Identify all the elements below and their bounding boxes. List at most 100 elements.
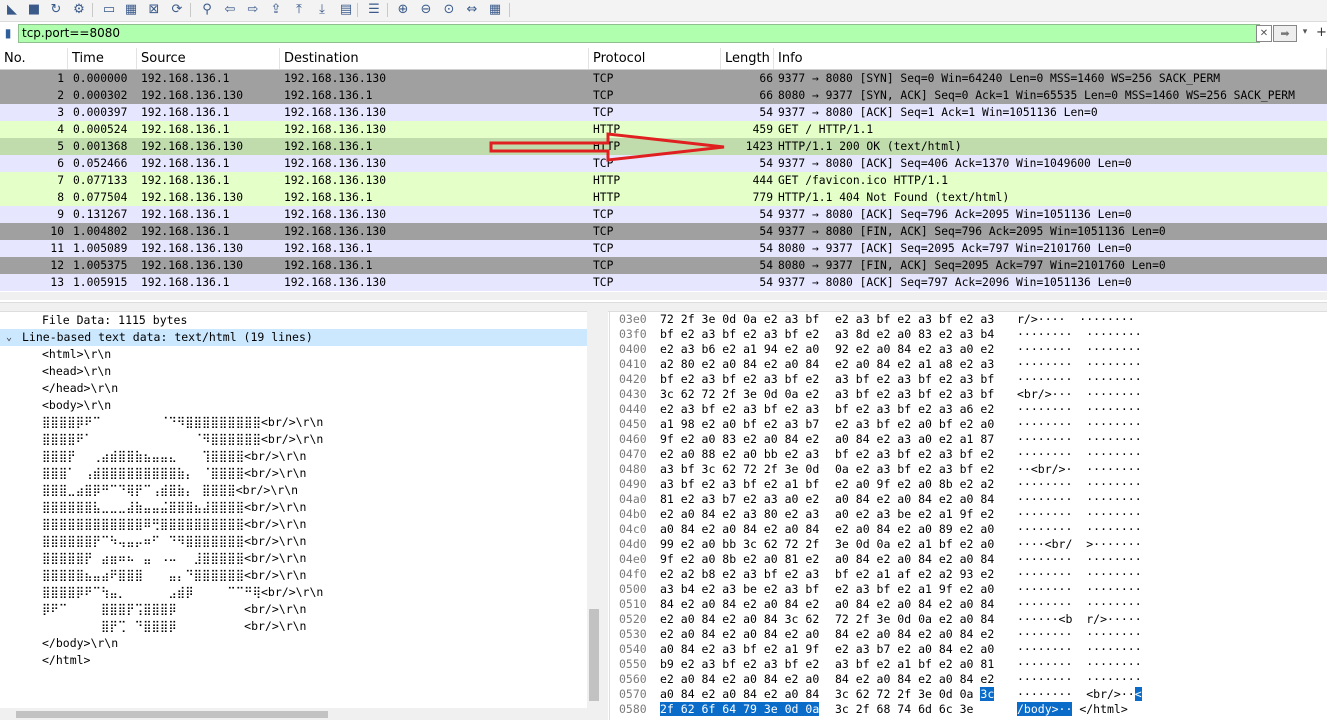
ascii-column[interactable]: ········ ········ [1017, 417, 1142, 432]
autoscroll-icon[interactable]: ▤ [337, 1, 355, 19]
open-folder-icon[interactable]: ▭ [100, 1, 118, 19]
hex-bytes-group-1[interactable]: 99 e2 a0 bb 3c 62 72 2f [660, 537, 819, 552]
ascii-column[interactable]: ········ ········ [1017, 372, 1142, 387]
ascii-art-line[interactable]: ⣿⣿⣿⣿⣿⡟⠀⣴⣶⠶⠦⠀⣤⠀⠠⠤⠀⠀⣸⣿⣿⣿⣿⣿<br/>\r\n [0, 550, 587, 567]
hex-bytes-group-2[interactable]: 3e 0d 0a e2 a1 bf e2 a0 [835, 537, 994, 552]
ascii-column[interactable]: ········ ········ [1017, 657, 1142, 672]
hex-dump-row[interactable]: 04b0 e2 a0 84 e2 a3 80 e2 a3 a0 e2 a3 be e… [610, 507, 1327, 522]
ascii-art-line[interactable]: ⣿⣿⣿⣿⡿⠟⠉⢳⣤⡀⠀⠀⠀⠀⠀⣠⣾⡿⠀⠀⠀⠀⠉⠉⠛⢿<br/>\r\n [0, 584, 587, 601]
hex-bytes-group-1[interactable]: a3 b4 e2 a3 be e2 a3 bf [660, 582, 819, 597]
table-row[interactable]: 3 0.000397 192.168.136.1 192.168.136.130 TCP… [0, 104, 1327, 121]
hex-dump-row[interactable]: 0500 a3 b4 e2 a3 be e2 a3 bf e2 a3 bf e2 a… [610, 582, 1327, 597]
hex-bytes-group-1[interactable]: 9f e2 a0 8b e2 a0 81 e2 [660, 552, 819, 567]
hex-dump-row[interactable]: 03e0 72 2f 3e 0d 0a e2 a3 bf e2 a3 bf e2 a… [610, 312, 1327, 327]
table-row[interactable]: 11 1.005089 192.168.136.130 192.168.136.1 TC… [0, 240, 1327, 257]
hex-dump-row[interactable]: 0460 9f e2 a0 83 e2 a0 84 e2 a0 84 e2 a3 a… [610, 432, 1327, 447]
ascii-column[interactable]: r/>···· ········ [1017, 312, 1135, 327]
hex-bytes-group-2[interactable]: e2 a3 b7 e2 a0 84 e2 a0 [835, 642, 994, 657]
add-filter-button-plus-icon[interactable]: + [1316, 24, 1327, 41]
hex-dump-row[interactable]: 0520 e2 a0 84 e2 a0 84 3c 62 72 2f 3e 0d 0… [610, 612, 1327, 627]
hex-bytes-group-1[interactable]: bf e2 a3 bf e2 a3 bf e2 [660, 327, 819, 342]
ascii-art-line[interactable]: ⣿⣿⣿⣿⠟⠁⠀⠀⠀⠀⠀⠀⠀⠀⠀⠀⠀⠀⠈⠻⣿⣿⣿⣿⣿⣿<br/>\r\n [0, 431, 587, 448]
ascii-column[interactable]: ········ ········ [1017, 477, 1142, 492]
ascii-column[interactable]: ········ ········ [1017, 597, 1142, 612]
ascii-column[interactable]: ········ <br/>··< [1017, 687, 1142, 702]
ascii-column[interactable]: ········ ········ [1017, 342, 1142, 357]
hex-bytes-highlighted[interactable]: 2f 62 6f 64 79 3e 0d 0a [660, 702, 820, 716]
hex-bytes-group-2[interactable]: 84 e2 a0 84 e2 a0 84 e2 [835, 672, 994, 687]
shark-fin-start-icon[interactable]: ◣ [3, 1, 21, 19]
hex-dump-row[interactable]: 04f0 e2 a2 b8 e2 a3 bf e2 a3 bf e2 a1 af e… [610, 567, 1327, 582]
hex-bytes-group-2[interactable]: a3 bf e2 a1 bf e2 a0 81 [835, 657, 994, 672]
hex-bytes-group-1[interactable]: a2 80 e2 a0 84 e2 a0 84 [660, 357, 819, 372]
ascii-column[interactable]: ········ ········ [1017, 432, 1142, 447]
stop-icon[interactable]: ■ [25, 1, 43, 19]
detail-tree-item[interactable]: <head>\r\n [0, 363, 587, 380]
hex-bytes-group-2[interactable]: 72 2f 3e 0d 0a e2 a0 84 [835, 612, 994, 627]
hex-bytes-group-1[interactable]: e2 a0 84 e2 a0 84 e2 a0 [660, 627, 819, 642]
go-to-packet-icon[interactable]: ⇪ [267, 1, 285, 19]
hex-dump-row[interactable]: 0400 e2 a3 b6 e2 a1 94 e2 a0 92 e2 a0 84 e… [610, 342, 1327, 357]
hex-dump-row[interactable]: 0430 3c 62 72 2f 3e 0d 0a e2 a3 bf e2 a3 b… [610, 387, 1327, 402]
hex-dump-row[interactable]: 04e0 9f e2 a0 8b e2 a0 81 e2 a0 84 e2 a0 8… [610, 552, 1327, 567]
ascii-column[interactable]: ········ ········ [1017, 642, 1142, 657]
last-packet-icon[interactable]: ⤓ [313, 1, 331, 19]
ascii-column[interactable]: ········ ········ [1017, 492, 1142, 507]
ascii-column[interactable]: ········ ········ [1017, 627, 1142, 642]
filter-history-chevron-down-icon[interactable]: ▾ [1299, 25, 1311, 40]
close-file-icon[interactable]: ⊠ [145, 1, 163, 19]
hex-dump-row[interactable]: 0450 a1 98 e2 a0 bf e2 a3 b7 e2 a3 bf e2 a… [610, 417, 1327, 432]
column-header-destination[interactable]: Destination [280, 48, 589, 69]
hex-bytes-group-1[interactable]: a1 98 e2 a0 bf e2 a3 b7 [660, 417, 819, 432]
ascii-art-line[interactable]: ⣿⣿⣿⣿⣿⣿⡟⠉⠳⢤⣤⡤⠶⠋⠀⠙⠻⣿⣿⣿⣿⣿⣿⣿<br/>\r\n [0, 533, 587, 550]
column-header-info[interactable]: Info [774, 48, 1327, 69]
hex-bytes-group-1[interactable]: 3c 62 72 2f 3e 0d 0a e2 [660, 387, 819, 402]
hex-dump-row[interactable]: 0410 a2 80 e2 a0 84 e2 a0 84 e2 a0 84 e2 a… [610, 357, 1327, 372]
ascii-column[interactable]: ········ ········ [1017, 582, 1142, 597]
table-row[interactable]: 13 1.005915 192.168.136.1 192.168.136.130 TC… [0, 274, 1327, 291]
table-row[interactable]: 9 0.131267 192.168.136.1 192.168.136.130 TCP… [0, 206, 1327, 223]
hex-bytes-group-2[interactable]: a0 84 e2 a0 84 e2 a0 84 [835, 552, 994, 567]
hex-bytes-group-2[interactable]: 84 e2 a0 84 e2 a0 84 e2 [835, 627, 994, 642]
filter-bookmark-icon[interactable]: ▮ [1, 25, 15, 41]
hex-bytes-group-1[interactable]: 2f 62 6f 64 79 3e 0d 0a [660, 702, 820, 717]
ascii-art-line[interactable]: ⣿⣿⣿⣿⡿⠟⠉⠀⠀⠀⠀⠀⠀⠀⠈⠙⠻⣿⣿⣿⣿⣿⣿⣿⣿⣿<br/>\r\n [0, 414, 587, 431]
hex-bytes-group-1[interactable]: e2 a2 b8 e2 a3 bf e2 a3 [660, 567, 819, 582]
zoom-out-icon[interactable]: ⊖ [417, 1, 435, 19]
hex-bytes-group-2[interactable]: e2 a3 bf e2 a3 bf e2 a3 [835, 312, 994, 327]
colorize-icon[interactable]: ☰ [365, 1, 383, 19]
hex-bytes-group-2[interactable]: e2 a0 84 e2 a0 89 e2 a0 [835, 522, 994, 537]
hex-bytes-group-1[interactable]: 9f e2 a0 83 e2 a0 84 e2 [660, 432, 819, 447]
save-file-icon[interactable]: ▦ [122, 1, 140, 19]
hex-dump-row[interactable]: 0420 bf e2 a3 bf e2 a3 bf e2 a3 bf e2 a3 b… [610, 372, 1327, 387]
detail-tree-item[interactable]: ⌄ Line-based text data: text/html (19 lin… [0, 329, 587, 346]
hex-bytes-group-1[interactable]: e2 a0 84 e2 a0 84 3c 62 [660, 612, 819, 627]
hex-bytes-group-1[interactable]: e2 a0 88 e2 a0 bb e2 a3 [660, 447, 819, 462]
ascii-column[interactable]: ········ ········ [1017, 567, 1142, 582]
pane-splitter-vertical[interactable] [601, 311, 608, 720]
hex-bytes-group-1[interactable]: 81 e2 a3 b7 e2 a3 a0 e2 [660, 492, 819, 507]
layout-icon[interactable]: ▦ [486, 1, 504, 19]
hex-dump-row[interactable]: 0550 b9 e2 a3 bf e2 a3 bf e2 a3 bf e2 a1 b… [610, 657, 1327, 672]
detail-tree-item[interactable]: <body>\r\n [0, 397, 587, 414]
hex-dump-row[interactable]: 0480 a3 bf 3c 62 72 2f 3e 0d 0a e2 a3 bf e… [610, 462, 1327, 477]
hex-bytes-group-2[interactable]: a0 84 e2 a3 a0 e2 a1 87 [835, 432, 994, 447]
first-packet-icon[interactable]: ⤒ [290, 1, 308, 19]
details-horizontal-scrollbar-thumb[interactable] [16, 711, 328, 718]
options-gear-icon[interactable]: ⚙ [70, 1, 88, 19]
table-row[interactable]: 1 0.000000 192.168.136.1 192.168.136.130 TCP… [0, 70, 1327, 87]
packet-list-horizontal-scrollbar[interactable] [0, 292, 1327, 300]
hex-bytes-group-2[interactable]: 3c 2f 68 74 6d 6c 3e [835, 702, 973, 717]
apply-filter-arrow-icon[interactable]: ➡ [1273, 25, 1297, 42]
column-header-no[interactable]: No. [0, 48, 68, 69]
hex-bytes-group-2[interactable]: 3c 62 72 2f 3e 0d 0a 3c [835, 687, 995, 702]
ascii-art-line[interactable]: ⣿⣿⣿⣿⣿⣿⣧⣀⣀⣀⣼⣷⣤⣤⣬⣿⣿⣿⣦⣼⣿⣿⣿⣿<br/>\r\n [0, 499, 587, 516]
detail-tree-item[interactable]: File Data: 1115 bytes [0, 312, 587, 329]
details-vertical-scrollbar[interactable] [587, 311, 601, 720]
ascii-column[interactable]: ········ ········ [1017, 327, 1142, 342]
ascii-art-line[interactable]: ⣿⣿⣿⣀⣴⣿⡿⠛⠉⠙⢿⡟⠉⢠⣾⣿⣷⡄⠀⣿⣿⣿⣿<br/>\r\n [0, 482, 587, 499]
ascii-art-line[interactable]: ⡿⠟⠉⠀⠀⠀⠀⣿⣿⣿⡟⢩⣿⣿⣿⡿⠀⠀⠀⠀⠀⠀⠀⠀<br/>\r\n [0, 601, 587, 618]
hex-bytes-group-2[interactable]: a0 e2 a3 be e2 a1 9f e2 [835, 507, 994, 522]
hex-bytes-group-1[interactable]: e2 a0 84 e2 a0 84 e2 a0 [660, 672, 819, 687]
hex-bytes-group-2[interactable]: e2 a3 bf e2 a0 bf e2 a0 [835, 417, 994, 432]
